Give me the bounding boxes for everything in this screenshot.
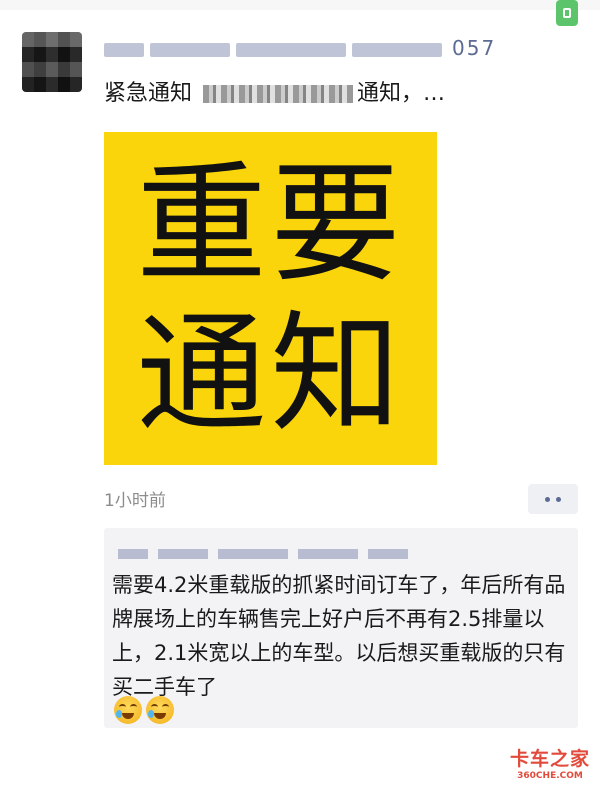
obscured-text — [218, 549, 288, 559]
obscured-text — [118, 549, 148, 559]
watermark-logo: 卡车之家 360CHE.COM — [508, 748, 592, 784]
author-name-suffix: 057 — [452, 36, 497, 60]
post-text: 紧急通知 通知，… — [104, 78, 564, 110]
emoji-row — [114, 696, 174, 724]
obscured-text — [236, 42, 346, 57]
comment-box: 需要4.2米重载版的抓紧时间订车了，年后所有品牌展场上的车辆售完上好户后不再有2… — [104, 528, 578, 728]
crying-laughing-emoji-icon — [114, 696, 142, 724]
phone-icon[interactable] — [556, 0, 578, 26]
obscured-text — [150, 42, 230, 57]
post-text-prefix: 紧急通知 — [104, 81, 193, 106]
avatar[interactable] — [22, 32, 82, 92]
watermark-url: 360CHE.COM — [517, 771, 583, 781]
post-image[interactable]: 重要 通知 — [104, 132, 437, 465]
image-text-line: 重要 — [136, 147, 405, 300]
obscured-text — [104, 42, 144, 57]
post-time: 1小时前 — [104, 491, 166, 511]
obscured-text — [298, 549, 358, 559]
more-dots-icon — [545, 496, 550, 502]
watermark-text: 卡车之家 — [509, 748, 590, 770]
obscured-text — [158, 549, 208, 559]
obscured-text — [368, 549, 408, 559]
commenter-name[interactable] — [118, 544, 558, 560]
post-text-suffix: 通知，… — [357, 81, 446, 106]
more-dots-icon — [556, 496, 561, 502]
status-strip — [0, 0, 600, 10]
obscured-text — [203, 85, 354, 103]
obscured-text — [352, 42, 442, 57]
author-name[interactable]: 057 — [104, 36, 556, 60]
crying-laughing-emoji-icon — [146, 696, 174, 724]
image-text-line: 通知 — [136, 297, 405, 450]
more-button[interactable] — [528, 484, 578, 514]
comment-text: 需要4.2米重载版的抓紧时间订车了，年后所有品牌展场上的车辆售完上好户后不再有2… — [112, 573, 566, 699]
